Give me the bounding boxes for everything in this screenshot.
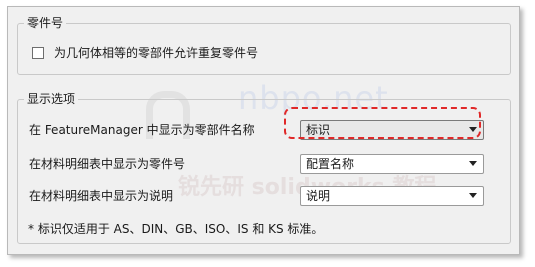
chevron-down-icon	[469, 161, 477, 166]
bom-description-label: 在材料明细表中显示为说明	[29, 189, 174, 203]
duplicate-part-number-label: 为几何体相等的零部件允许重复零件号	[54, 46, 259, 60]
standards-note: * 标识仅适用于 AS、DIN、GB、ISO、IS 和 KS 标准。	[28, 222, 324, 236]
duplicate-part-number-checkbox[interactable]	[32, 46, 44, 59]
chevron-down-icon	[469, 193, 477, 198]
bom-description-select[interactable]: 说明	[300, 186, 484, 206]
part-number-legend: 零件号	[24, 15, 67, 31]
bom-description-value: 说明	[306, 189, 331, 203]
bom-part-number-select[interactable]: 配置名称	[300, 154, 484, 174]
featuremanager-name-label: 在 FeatureManager 中显示为零部件名称	[29, 123, 255, 137]
part-number-group: 零件号 为几何体相等的零部件允许重复零件号	[17, 15, 511, 75]
highlight-annotation	[284, 107, 481, 139]
bom-part-number-value: 配置名称	[306, 157, 355, 171]
bom-part-number-label: 在材料明细表中显示为零件号	[29, 157, 186, 171]
duplicate-part-number-option[interactable]: 为几何体相等的零部件允许重复零件号	[32, 44, 258, 61]
display-options-legend: 显示选项	[24, 91, 79, 107]
options-panel: nbpo.net 锐先研 solidworks 教程 零件号 为几何体相等的零部…	[7, 6, 520, 255]
